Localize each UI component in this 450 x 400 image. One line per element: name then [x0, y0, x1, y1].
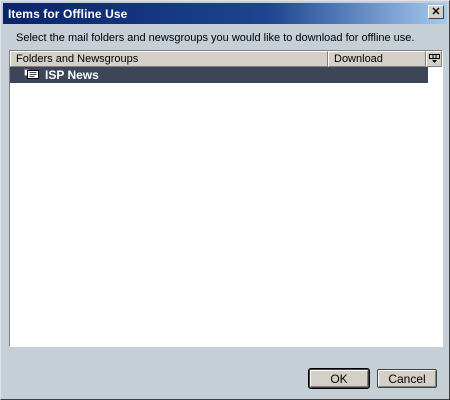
dialog-title: Items for Offline Use [8, 6, 128, 21]
cancel-button[interactable]: Cancel [377, 369, 437, 388]
newsgroup-label: ISP News [45, 68, 99, 82]
close-icon: ✕ [431, 5, 441, 18]
folders-listview[interactable]: Folders and Newsgroups Download ISP News [9, 50, 443, 347]
instruction-text: Select the mail folders and newsgroups y… [16, 32, 415, 44]
offline-items-dialog: Items for Offline Use ✕ Select the mail … [0, 0, 450, 400]
column-picker-icon [428, 54, 440, 63]
column-picker-button[interactable] [426, 51, 442, 67]
title-bar[interactable]: Items for Offline Use ✕ [3, 3, 447, 24]
tree-row-isp-news[interactable]: ISP News [10, 67, 428, 83]
newsgroup-icon [24, 69, 40, 81]
close-button[interactable]: ✕ [428, 5, 444, 19]
ok-button[interactable]: OK [308, 368, 370, 389]
column-header-download[interactable]: Download [328, 51, 426, 67]
column-header-folders[interactable]: Folders and Newsgroups [10, 51, 328, 67]
listview-header: Folders and Newsgroups Download [10, 51, 442, 67]
